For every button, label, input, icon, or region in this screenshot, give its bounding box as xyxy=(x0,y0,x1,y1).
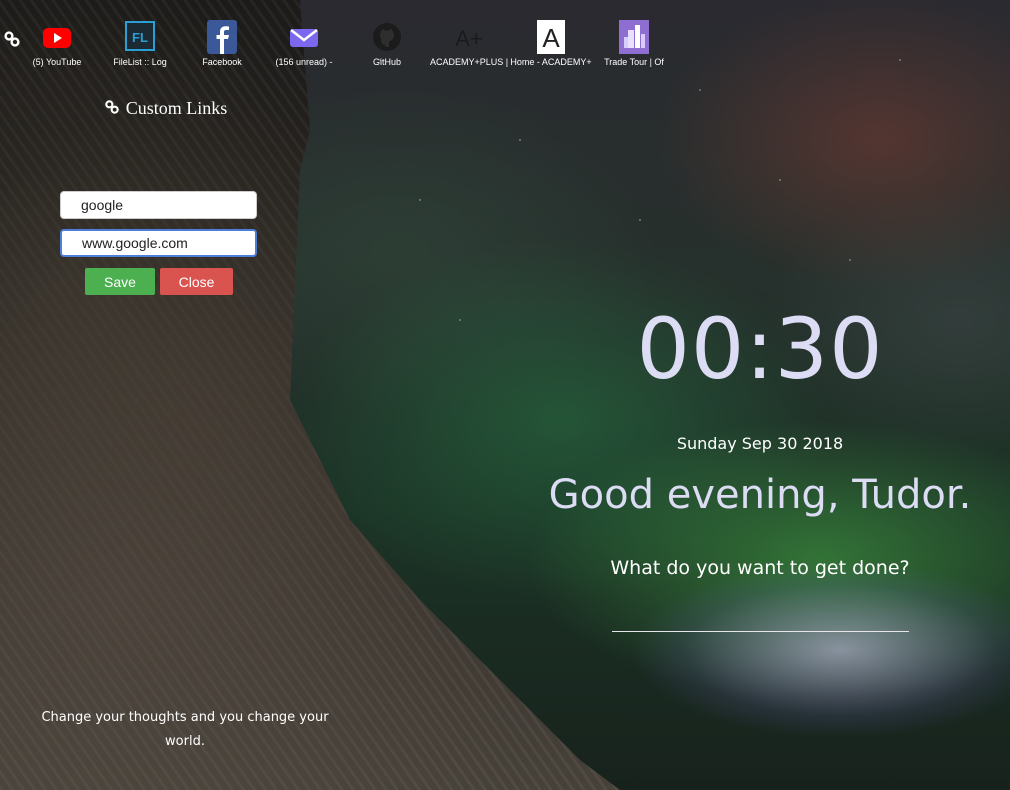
bookmark-github[interactable]: GitHub xyxy=(342,20,432,68)
academy-home-icon: A xyxy=(536,20,566,54)
bookmark-mail[interactable]: (156 unread) - xyxy=(259,20,349,68)
clock-time: 00:30 xyxy=(636,300,884,398)
bookmark-trade-tour[interactable]: Trade Tour | Of xyxy=(589,20,679,68)
github-icon xyxy=(372,20,402,54)
trade-tour-icon xyxy=(619,20,649,54)
close-button[interactable]: Close xyxy=(160,268,233,295)
focus-input[interactable] xyxy=(612,600,913,632)
bookmark-label: Home - ACADEMY+ xyxy=(510,57,592,67)
bookmarks-bar: (5) YouTube FL FileList :: Log Facebook … xyxy=(0,0,700,75)
bookmark-label: (5) YouTube xyxy=(32,57,82,67)
svg-text:A+: A+ xyxy=(455,26,483,51)
bookmark-label: Trade Tour | Of xyxy=(604,57,664,67)
facebook-icon xyxy=(207,20,237,54)
bookmark-label: GitHub xyxy=(372,57,401,67)
bookmark-facebook[interactable]: Facebook xyxy=(177,20,267,68)
bookmark-academy-home[interactable]: A Home - ACADEMY+ xyxy=(506,20,596,68)
greeting-text: Good evening, Tudor. xyxy=(548,472,972,518)
save-button[interactable]: Save xyxy=(85,268,155,295)
focus-question: What do you want to get done? xyxy=(610,557,910,579)
svg-text:A: A xyxy=(542,23,560,53)
bookmark-label: ACADEMY+PLUS | xyxy=(429,57,509,67)
custom-links-title[interactable]: Custom Links xyxy=(104,98,227,119)
clock-date: Sunday Sep 30 2018 xyxy=(676,434,844,453)
academy-plus-icon: A+ xyxy=(454,20,484,54)
focus-input-underline xyxy=(612,631,909,632)
svg-text:FL: FL xyxy=(132,30,148,45)
custom-links-label: Custom Links xyxy=(125,98,228,118)
quote-text: Change your thoughts and you change your… xyxy=(41,710,329,749)
mail-icon xyxy=(289,20,319,54)
link-url-input[interactable] xyxy=(60,229,257,257)
bookmark-youtube[interactable]: (5) YouTube xyxy=(12,20,102,68)
bookmark-filelist[interactable]: FL FileList :: Log xyxy=(95,20,185,68)
youtube-icon xyxy=(42,20,72,54)
bookmark-label: Facebook xyxy=(202,57,242,67)
link-icon xyxy=(104,100,125,118)
bookmark-label: FileList :: Log xyxy=(113,57,167,67)
bookmark-academy-plus[interactable]: A+ ACADEMY+PLUS | xyxy=(424,20,514,68)
filelist-icon: FL xyxy=(125,20,155,54)
link-name-input[interactable] xyxy=(60,191,257,219)
bookmark-label: (156 unread) - xyxy=(275,57,333,67)
